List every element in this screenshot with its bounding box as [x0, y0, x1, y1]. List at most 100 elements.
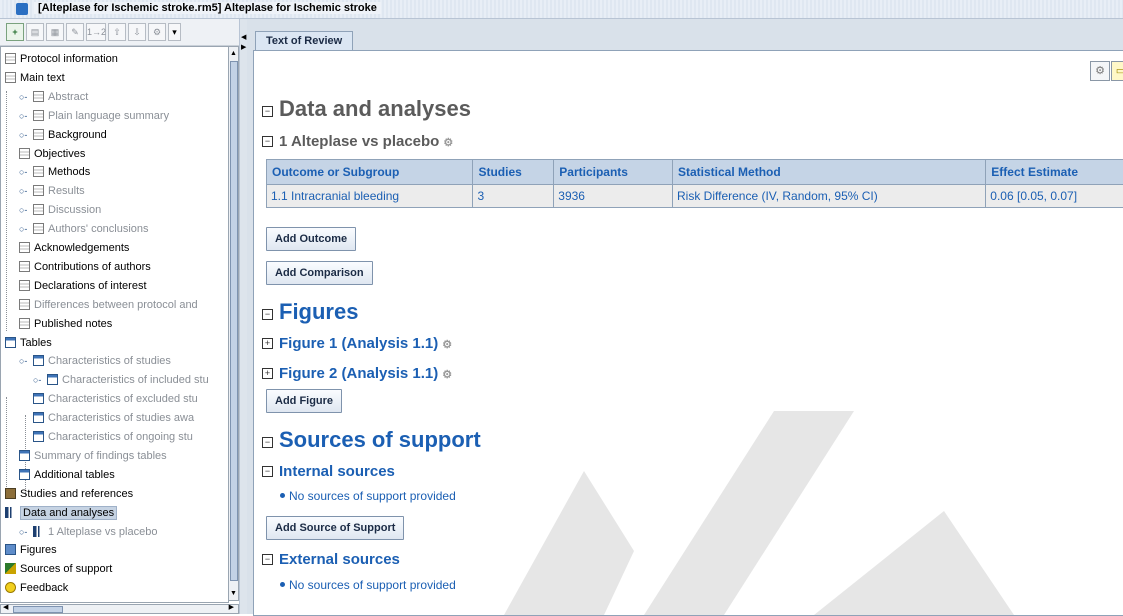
collapse-icon[interactable]: −	[262, 106, 273, 117]
tree-item[interactable]: ○- Abstract	[19, 89, 88, 106]
expand-toggle-icon[interactable]: ○-	[19, 164, 33, 181]
expand-icon[interactable]: +	[262, 338, 273, 349]
tree-vertical-scrollbar[interactable]: ▲ ▼	[228, 46, 239, 601]
collapse-icon[interactable]: −	[262, 466, 273, 477]
preview-icon[interactable]: ▦	[46, 23, 64, 41]
tree-item[interactable]: Contributions of authors	[19, 259, 151, 276]
expand-toggle-icon[interactable]: ○-	[19, 353, 33, 370]
move-up-icon[interactable]: ⇧	[108, 23, 126, 41]
table-row[interactable]: 1.1 Intracranial bleeding 3 3936 Risk Diffe…	[267, 185, 1123, 207]
tree-item[interactable]: Sources of support	[5, 561, 112, 578]
internal-sources-item: No sources of support provided	[280, 489, 456, 503]
tbl-icon	[19, 468, 30, 480]
tools-icon[interactable]: ⚙	[1090, 61, 1110, 81]
tree-item[interactable]: ○- 1 Alteplase vs placebo	[19, 524, 157, 541]
column-header[interactable]: Statistical Method	[673, 160, 986, 184]
add-outcome-button[interactable]: Add Outcome	[266, 227, 357, 251]
tree-item-label: 1 Alteplase vs placebo	[48, 525, 158, 538]
tree-horizontal-scrollbar[interactable]: ◀ ▶	[0, 604, 239, 614]
tree-item[interactable]: Studies and references	[5, 486, 133, 503]
expand-right-icon[interactable]: ▶	[241, 43, 246, 51]
expand-icon[interactable]: +	[262, 368, 273, 379]
tree-item-label: Characteristics of studies awa	[48, 412, 195, 425]
gear-icon[interactable]: ⚙	[443, 137, 453, 149]
bullet-icon	[280, 493, 285, 498]
tree-item[interactable]: Figures	[5, 542, 57, 559]
table-cell[interactable]: 1.1 Intracranial bleeding	[267, 185, 473, 207]
tree-item[interactable]: ○- Results	[19, 183, 85, 200]
scroll-up-icon[interactable]: ▲	[229, 48, 238, 59]
tree-item[interactable]: ○- Plain language summary	[19, 108, 169, 125]
expand-toggle-icon[interactable]: ○-	[19, 89, 33, 106]
scroll-thumb[interactable]	[230, 61, 238, 581]
table-cell[interactable]: 3936	[554, 185, 672, 207]
expand-toggle-icon[interactable]: ○-	[19, 108, 33, 125]
tree-item[interactable]: ○- Background	[19, 127, 107, 144]
tree-item[interactable]: Differences between protocol and	[19, 297, 198, 314]
tree-item[interactable]: Data and analyses	[5, 505, 118, 522]
edit-icon[interactable]: ✎	[66, 23, 84, 41]
scroll-right-icon[interactable]: ▶	[229, 603, 234, 611]
gear-icon[interactable]: ⚙	[442, 339, 452, 351]
scroll-down-icon[interactable]: ▼	[229, 588, 238, 599]
collapse-icon[interactable]: −	[262, 136, 273, 147]
tree-item[interactable]: ○- Discussion	[19, 202, 101, 219]
tree-item[interactable]: ○- Methods	[19, 164, 90, 181]
tree-item[interactable]: Characteristics of ongoing stu	[33, 429, 193, 446]
fig-icon	[5, 544, 16, 556]
table-cell[interactable]: 3	[473, 185, 554, 207]
tree-item[interactable]: ○- Characteristics of included stu	[33, 372, 209, 389]
add-figure-button[interactable]: Add Figure	[266, 389, 343, 413]
tree-item[interactable]: Summary of findings tables	[19, 448, 167, 465]
table-cell[interactable]: 0.06 [0.05, 0.07]	[986, 185, 1123, 207]
expand-toggle-icon[interactable]: ○-	[19, 202, 33, 219]
tree-item[interactable]: ○- Authors' conclusions	[19, 221, 149, 238]
doc-icon	[33, 223, 44, 235]
tree-item[interactable]: Objectives	[19, 146, 85, 163]
tree-item[interactable]: Main text	[5, 70, 65, 87]
dropdown-icon[interactable]: ▾	[168, 23, 181, 41]
tree-item-label: Objectives	[34, 147, 86, 160]
renumber-button[interactable]: 1→2	[86, 23, 106, 41]
tree-item[interactable]: Protocol information	[5, 51, 118, 68]
expand-toggle-icon[interactable]: ○-	[19, 127, 33, 144]
collapse-icon[interactable]: −	[262, 437, 273, 448]
add-comparison-button[interactable]: Add Comparison	[266, 261, 373, 285]
gear-icon[interactable]: ⚙	[442, 369, 452, 381]
add-source-of-support-button[interactable]: Add Source of Support	[266, 516, 405, 540]
column-header[interactable]: Studies	[473, 160, 554, 184]
hscroll-thumb[interactable]	[13, 606, 63, 613]
tree-item[interactable]: Tables	[5, 335, 52, 352]
tree-item-label: Plain language summary	[48, 109, 170, 122]
tree-item[interactable]: Characteristics of excluded stu	[33, 391, 198, 408]
tree-item[interactable]: Additional tables	[19, 467, 115, 484]
column-header[interactable]: Effect Estimate	[986, 160, 1123, 184]
scroll-left-icon[interactable]: ◀	[3, 603, 8, 611]
collapse-icon[interactable]: −	[262, 554, 273, 565]
tree-item[interactable]: Feedback	[5, 580, 68, 597]
tree-item[interactable]: Published notes	[19, 316, 112, 333]
expand-toggle-icon[interactable]: ○-	[19, 183, 33, 200]
column-header[interactable]: Outcome or Subgroup	[267, 160, 473, 184]
tree-item[interactable]: Characteristics of studies awa	[33, 410, 194, 427]
collapse-left-icon[interactable]: ◀	[241, 33, 246, 41]
tree-item[interactable]: Declarations of interest	[19, 278, 147, 295]
expand-toggle-icon[interactable]: ○-	[19, 221, 33, 238]
column-header[interactable]: Participants	[554, 160, 672, 184]
table-cell[interactable]: Risk Difference (IV, Random, 95% CI)	[673, 185, 986, 207]
add-icon[interactable]: +	[6, 23, 24, 41]
tree-item[interactable]: Acknowledgements	[19, 240, 129, 257]
collapse-icon[interactable]: −	[262, 309, 273, 320]
move-down-icon[interactable]: ⇩	[128, 23, 146, 41]
tbl-icon	[5, 336, 16, 348]
tools-icon[interactable]: ⚙	[148, 23, 166, 41]
tree-item[interactable]: ○- Characteristics of studies	[19, 353, 171, 370]
figure-2-link[interactable]: + Figure 2 (Analysis 1.1) ⚙	[262, 365, 452, 382]
note-icon[interactable]: ▭	[1111, 61, 1123, 81]
doc-icon[interactable]: ▤	[26, 23, 44, 41]
expand-toggle-icon[interactable]: ○-	[19, 524, 33, 541]
tbl-icon	[19, 449, 30, 461]
tab-text-of-review[interactable]: Text of Review	[255, 31, 354, 51]
expand-toggle-icon[interactable]: ○-	[33, 372, 47, 389]
figure-1-link[interactable]: + Figure 1 (Analysis 1.1) ⚙	[262, 335, 452, 352]
